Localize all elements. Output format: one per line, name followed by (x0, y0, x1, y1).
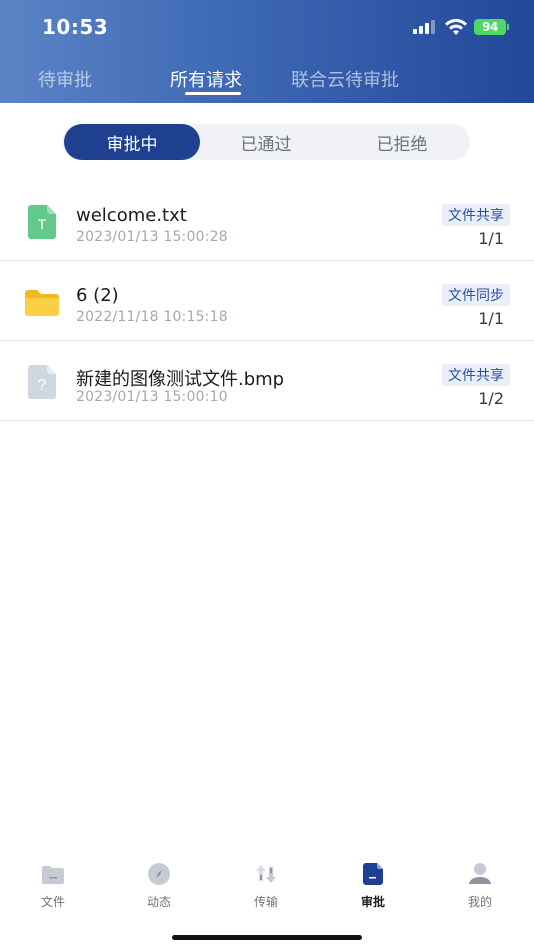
tab-pending-approval[interactable]: 待审批 (38, 66, 92, 92)
nav-label: 我的 (467, 895, 492, 909)
nav-transfer[interactable]: 传输 (226, 856, 306, 916)
svg-text:T: T (38, 216, 47, 232)
nav-activity[interactable]: 动态 (119, 856, 199, 916)
segment-rejected[interactable]: 已拒绝 (334, 124, 470, 160)
nav-files[interactable]: 文件 (13, 856, 93, 916)
nav-label: 审批 (360, 895, 385, 909)
nav-approval[interactable]: 审批 (333, 856, 413, 916)
approval-icon (363, 863, 383, 885)
segment-in-review[interactable]: 审批中 (64, 124, 200, 160)
nav-label: 动态 (146, 895, 171, 909)
battery-icon: 94 (474, 19, 506, 35)
tab-all-requests[interactable]: 所有请求 (170, 66, 242, 92)
profile-icon (469, 863, 491, 884)
folder-icon (25, 290, 59, 316)
request-row[interactable]: ? 新建的图像测试文件.bmp 2023/01/13 15:00:10 文件共享… (0, 341, 534, 421)
approval-progress: 1/1 (478, 309, 504, 328)
home-indicator (172, 935, 362, 940)
request-type-badge: 文件同步 (442, 284, 510, 306)
status-time: 10:53 (42, 15, 109, 39)
nav-label: 传输 (253, 895, 278, 909)
approval-progress: 1/2 (478, 389, 504, 408)
active-tab-indicator (185, 92, 241, 95)
request-type-badge: 文件共享 (442, 364, 510, 386)
request-file-name: 6 (2) (76, 285, 119, 306)
cellular-signal-icon (413, 20, 435, 34)
request-type-badge: 文件共享 (442, 204, 510, 226)
request-file-name: 新建的图像测试文件.bmp (76, 369, 285, 390)
request-date: 2023/01/13 15:00:10 (76, 389, 228, 405)
request-row[interactable]: 6 (2) 2022/11/18 10:15:18 文件同步 1/1 (0, 261, 534, 341)
bottom-nav: 文件 动态 传输 审批 我的 (0, 856, 534, 916)
svg-text:?: ? (38, 377, 47, 394)
request-date: 2023/01/13 15:00:28 (76, 229, 228, 245)
transfer-icon (256, 865, 276, 883)
request-file-name: welcome.txt (76, 205, 187, 226)
header: 10:53 94 待审批 所有请求 联合云待审批 (0, 0, 534, 103)
status-segmented-control: 审批中 已通过 已拒绝 (62, 124, 470, 160)
folder-icon (42, 866, 64, 884)
text-file-icon: T (28, 205, 56, 239)
tab-federated-cloud-pending[interactable]: 联合云待审批 (291, 66, 399, 92)
approval-progress: 1/1 (478, 229, 504, 248)
battery-nub (507, 24, 509, 30)
request-row[interactable]: T welcome.txt 2023/01/13 15:00:28 文件共享 1… (0, 181, 534, 261)
wifi-icon (445, 18, 467, 35)
nav-profile[interactable]: 我的 (440, 856, 520, 916)
battery-level: 94 (482, 20, 498, 34)
compass-icon (148, 863, 170, 885)
status-bar: 10:53 94 (0, 0, 534, 56)
nav-label: 文件 (40, 895, 65, 909)
request-date: 2022/11/18 10:15:18 (76, 309, 228, 325)
unknown-file-icon: ? (28, 365, 56, 399)
segment-approved[interactable]: 已通过 (198, 124, 334, 160)
